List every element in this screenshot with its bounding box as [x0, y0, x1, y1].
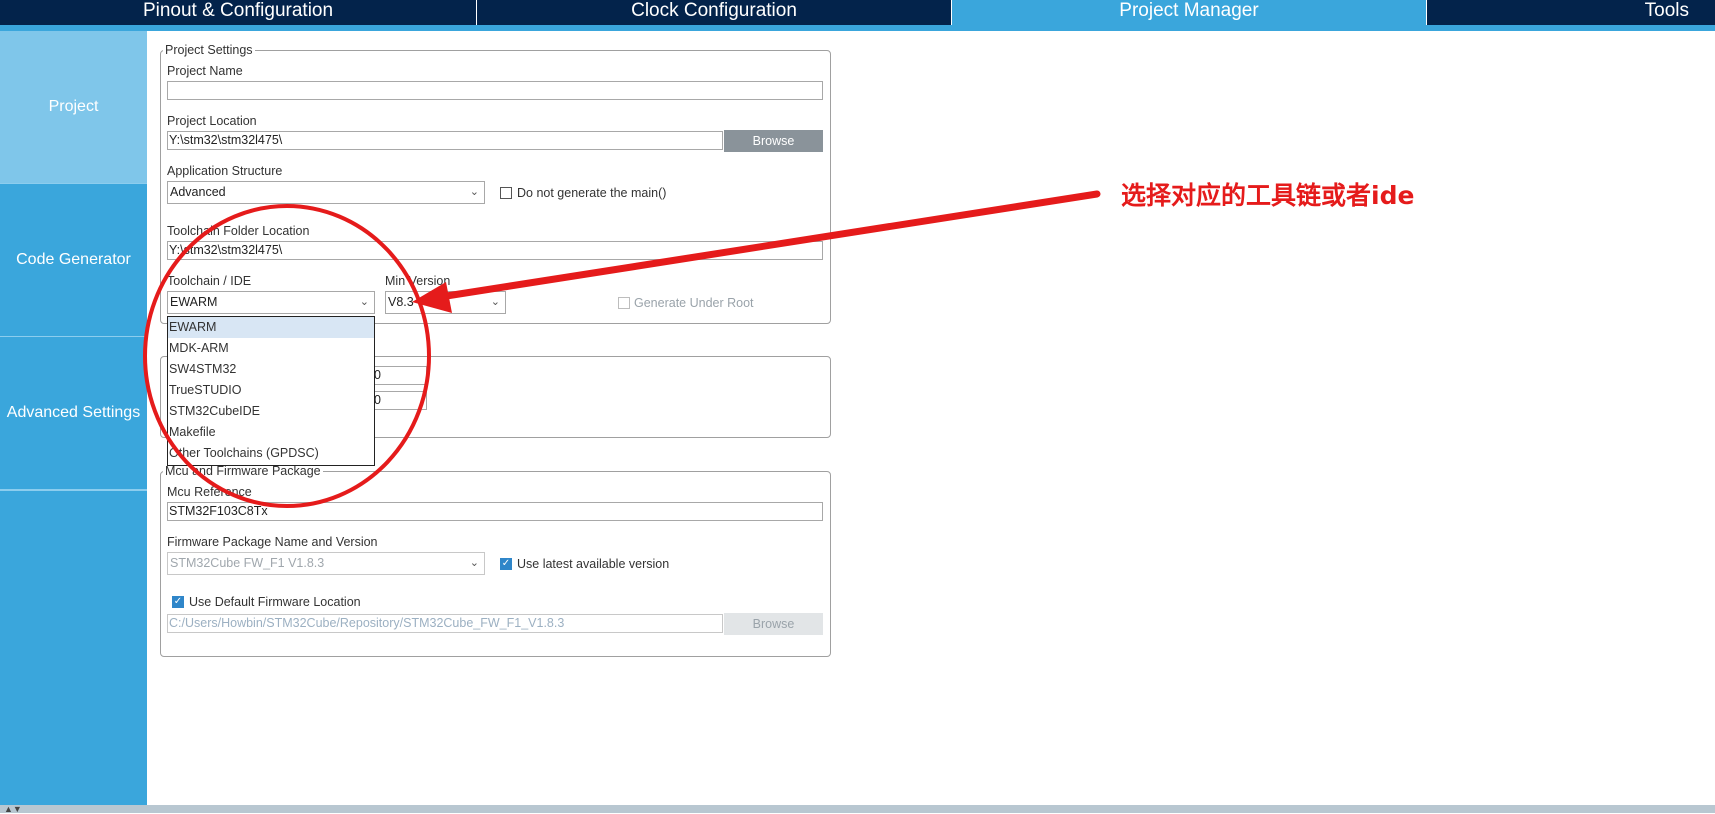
annotation-text: 选择对应的工具链或者ide: [1121, 181, 1415, 210]
annotation-circle: [143, 204, 431, 508]
annotation-arrow-line: [436, 190, 1101, 301]
bottom-status-bar: [0, 805, 1715, 813]
annotation-overlay: [143, 190, 1101, 508]
collapse-icon[interactable]: ▲▼: [4, 805, 22, 814]
